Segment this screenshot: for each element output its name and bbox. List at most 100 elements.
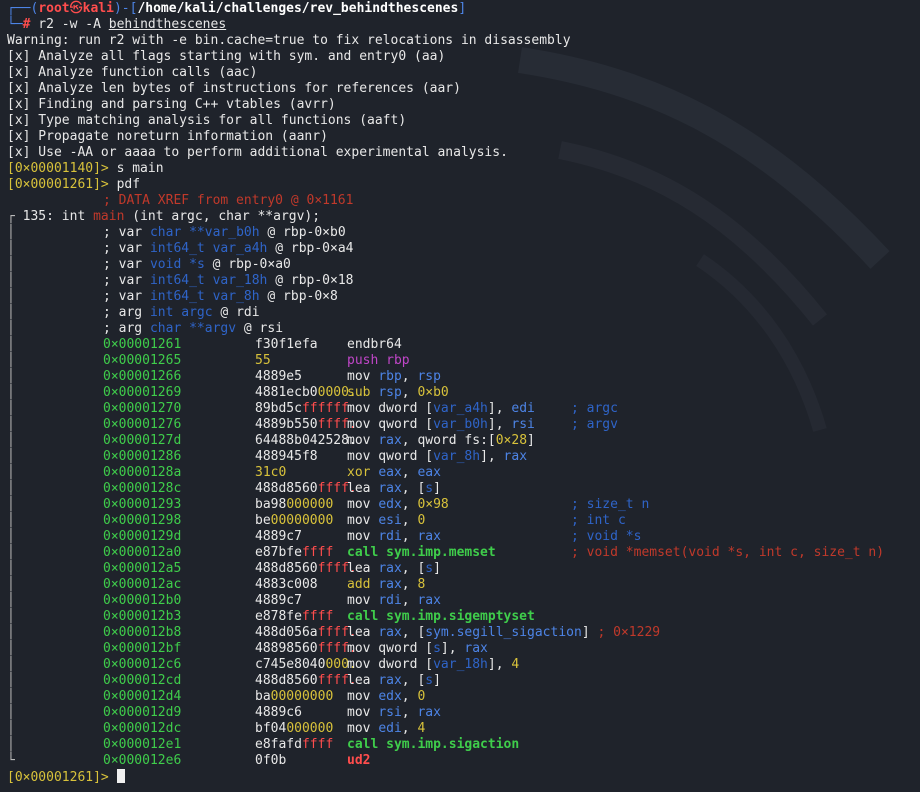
instruction-token: , (401, 529, 418, 544)
instruction-bytes: 4889c7 (255, 529, 347, 545)
instruction-token: mov (347, 721, 379, 736)
disasm-row[interactable]: │ 0×000012a5 488d8560ffff.lea rax, [s] (7, 561, 920, 577)
var-location: @ rsi (236, 321, 284, 336)
disasm-row[interactable]: │ 0×000012b3 e878feffff call sym.imp.sigemp… (7, 609, 920, 625)
disasm-row[interactable]: │ 0×00001266 4889e5 mov rbp, rsp (7, 369, 920, 385)
instruction-token: mov (347, 705, 379, 720)
bytes-part: 488d8560 (255, 481, 318, 496)
prompt-at-symbol: ㉿ (69, 1, 83, 16)
instruction-token: sub (347, 385, 379, 400)
xref-comment-line: ; DATA XREF from entry0 @ 0×1161 (7, 193, 920, 209)
disasm-row[interactable]: │ 0×00001265 55 push rbp (7, 353, 920, 369)
var-name: s (196, 257, 205, 272)
instruction-address: 0×000012a0 (103, 545, 182, 560)
instruction-token: mov dword [ (347, 401, 434, 416)
instruction-token: edi (378, 721, 402, 736)
var-name: var_a4h (212, 241, 268, 256)
instruction-token: mov qword [ (347, 449, 434, 464)
disasm-row[interactable]: │ 0×00001293 ba98000000 mov edx, 0×98; size… (7, 497, 920, 513)
instruction-comment: ; void *memset(void *s, int c, size_t n) (571, 545, 885, 560)
bytes-part: e8fafd (255, 737, 302, 752)
disasm-row[interactable]: │ 0×00001276 4889b550ffff.mov qword [var_b… (7, 417, 920, 433)
instruction-bytes: 31c0 (255, 465, 347, 481)
instruction-address: 0×000012b0 (103, 593, 182, 608)
var-keyword: ; arg (103, 321, 150, 336)
instruction-token: mov dword [ (347, 657, 434, 672)
disasm-row[interactable]: │ 0×00001270 89bd5cffffffmov dword [var_a4… (7, 401, 920, 417)
instruction-token: rdi (378, 529, 402, 544)
var-location: @ rbp-0×b0 (259, 225, 346, 240)
instruction-bytes: 4881ecb00000. (255, 385, 357, 401)
var-name: argv (204, 321, 237, 336)
disasm-row[interactable]: └ 0×000012e6 0f0b ud2 (7, 753, 920, 769)
disasm-row[interactable]: │ 0×00001269 4881ecb00000.sub rsp, 0×b0 (7, 385, 920, 401)
instruction-token: sym.segill_sigaction (425, 625, 582, 640)
bytes-part: e87bfe (255, 545, 302, 560)
bytes-part: be (255, 513, 271, 528)
instruction-token: ] (527, 433, 535, 448)
instruction-token: mov (347, 529, 379, 544)
bytes-part: 31c0 (255, 465, 287, 480)
bytes-part: 488d8560 (255, 673, 318, 688)
var-type: int (149, 305, 182, 320)
disasm-row[interactable]: │ 0×000012dc bf04000000 mov edi, 4 (7, 721, 920, 737)
bytes-part: 48898560 (255, 641, 318, 656)
disasm-row[interactable]: │ 0×000012d4 ba00000000 mov edx, 0 (7, 689, 920, 705)
prompt-path: /home/kali/challenges/rev_behindthescene… (137, 1, 459, 16)
instruction-token: , (401, 369, 418, 384)
disasm-row[interactable]: │ 0×0000127d 64488b042528.mov rax, qword f… (7, 433, 920, 449)
disasm-row[interactable]: │ 0×00001261 f30f1efa endbr64 (7, 337, 920, 353)
instruction-token: mov qword [ (347, 417, 434, 432)
instruction-text: mov rdi, rax (347, 593, 571, 609)
instruction-token: mov (347, 593, 379, 608)
var-location: @ rbp-0×a0 (204, 257, 291, 272)
disasm-row[interactable]: │ 0×0000128a 31c0 xor eax, eax (7, 465, 920, 481)
disasm-row[interactable]: │ 0×000012c6 c745e8040000.mov dword [var_1… (7, 657, 920, 673)
instruction-bytes: 48898560ffff. (255, 641, 357, 657)
instruction-token: ] (433, 481, 441, 496)
output-line: [x] Analyze function calls (aac) (7, 65, 258, 80)
instruction-text: mov qword [var_8h], rax (347, 449, 571, 465)
instruction-address: 0×000012b8 (103, 625, 182, 640)
instruction-bytes: c745e8040000. (255, 657, 357, 673)
instruction-token: call sym.imp.sigemptyset (347, 609, 535, 624)
terminal[interactable]: ┌──(root㉿kali)-[/home/kali/challenges/re… (0, 0, 920, 785)
prompt-command-line: └─# r2 -w -A behindthescenes (7, 17, 920, 33)
disasm-row[interactable]: │ 0×000012b0 4889c7 mov rdi, rax (7, 593, 920, 609)
bytes-part: 000000 (286, 721, 334, 736)
instruction-bytes: 0f0b (255, 753, 347, 769)
instruction-bytes: 488d056affff. (255, 625, 357, 641)
instruction-address: 0×00001261 (103, 337, 182, 352)
bytes-part: c745e8040 (255, 657, 326, 672)
disasm-row[interactable]: │ 0×0000128c 488d8560ffff.lea rax, [s] (7, 481, 920, 497)
disasm-row[interactable]: │ 0×000012d9 4889c6 mov rsi, rax (7, 705, 920, 721)
disasm-row[interactable]: │ 0×00001286 488945f8 mov qword [var_8h], r… (7, 449, 920, 465)
instruction-token: rax (378, 433, 402, 448)
disasm-row[interactable]: │ 0×0000129d 4889c7 mov rdi, rax; void *s (7, 529, 920, 545)
instruction-token: ], (487, 417, 512, 432)
function-params: (int argc, char **argv); (124, 209, 321, 224)
instruction-address: 0×000012b3 (103, 609, 182, 624)
instruction-token: edx (378, 497, 402, 512)
instruction-bytes: ba98000000 (255, 497, 347, 513)
disasm-row[interactable]: │ 0×000012bf 48898560ffff.mov qword [s], r… (7, 641, 920, 657)
instruction-token: rax (417, 593, 441, 608)
instruction-address: 0×000012d4 (103, 689, 182, 704)
var-declaration: │; var int64_t var_18h @ rbp-0×18 (7, 273, 354, 288)
instruction-token: ; 0×1229 (597, 625, 661, 640)
output-line: [x] Analyze len bytes of instructions fo… (7, 81, 461, 96)
instruction-token: rax (417, 705, 441, 720)
r2-final-prompt-line[interactable]: [0×00001261]> (7, 769, 920, 785)
prompt-corner-bottom: └─ (7, 17, 23, 32)
instruction-address: 0×000012ac (103, 577, 182, 592)
disasm-row[interactable]: │ 0×00001298 be00000000 mov esi, 0; int c (7, 513, 920, 529)
instruction-text: mov rbp, rsp (347, 369, 571, 385)
disasm-row[interactable]: │ 0×000012e1 e8fafdffff call sym.imp.sigact… (7, 737, 920, 753)
instruction-bytes: 4883c008 (255, 577, 347, 593)
bytes-part: ffff (301, 609, 334, 624)
disasm-row[interactable]: │ 0×000012cd 488d8560ffff.lea rax, [s] (7, 673, 920, 689)
instruction-token: mov (347, 497, 379, 512)
disasm-row[interactable]: │ 0×000012ac 4883c008 add rax, 8 (7, 577, 920, 593)
disasm-row[interactable]: │ 0×000012a0 e87bfeffff call sym.imp.memset… (7, 545, 920, 561)
disasm-row[interactable]: │ 0×000012b8 488d056affff.lea rax, [sym.se… (7, 625, 920, 641)
